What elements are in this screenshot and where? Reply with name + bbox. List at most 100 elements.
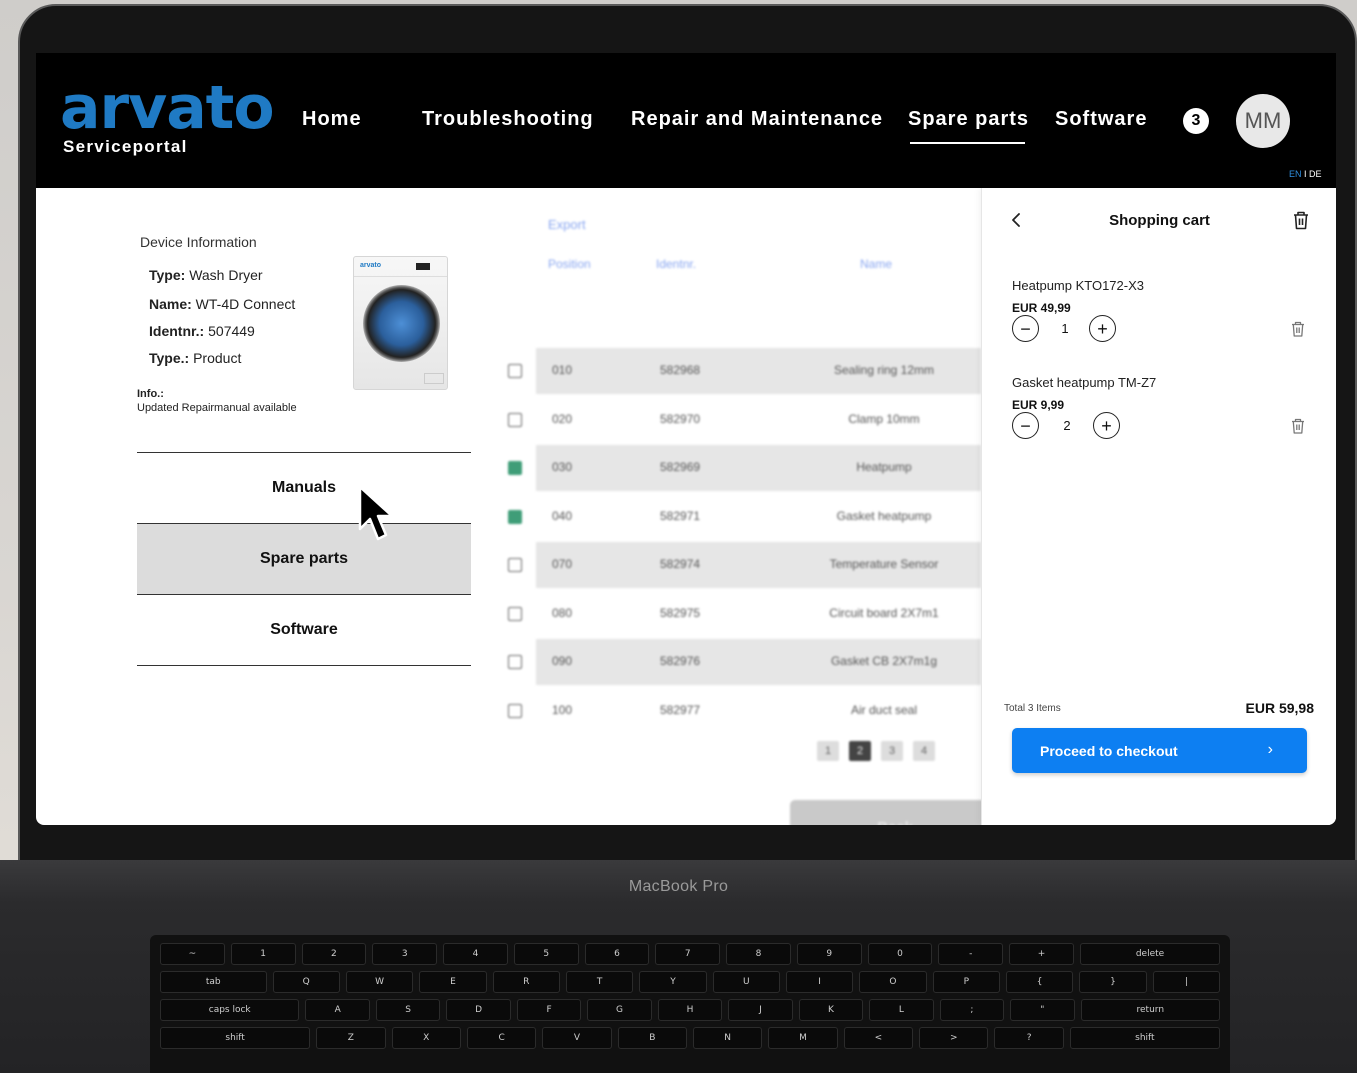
keyboard-key: 5 (513, 943, 579, 965)
menu-software[interactable]: Software (137, 595, 471, 665)
cell-identnr: 582977 (660, 702, 701, 717)
page-button[interactable]: 3 (881, 741, 903, 761)
menu-manuals[interactable]: Manuals (137, 453, 471, 523)
page-button[interactable]: 2 (849, 741, 871, 761)
user-avatar[interactable]: MM (1236, 94, 1290, 148)
table-row[interactable]: 070 582974 Temperature Sensor (536, 542, 981, 588)
table-row[interactable]: 010 582968 Sealing ring 12mm (536, 348, 981, 394)
page-button[interactable]: 4 (913, 741, 935, 761)
decrease-quantity-button[interactable]: − (1012, 412, 1039, 439)
keyboard-key: O (859, 971, 927, 993)
keyboard-key: shift (160, 1027, 311, 1049)
keyboard-key: 4 (443, 943, 508, 965)
table-row[interactable]: 100 582977 Air duct seal (536, 688, 981, 734)
keyboard-key: Q (272, 971, 340, 993)
table-row[interactable]: 040 582971 Gasket heatpump (536, 494, 981, 540)
increase-quantity-button[interactable]: + (1089, 315, 1116, 342)
keyboard: ~1 2 3 4 5 6 7 8 9 0- + delete tab Q W E R T Y U I O P{} | cap… (150, 935, 1230, 1073)
cell-position: 040 (552, 508, 573, 523)
column-header-position[interactable]: Position (548, 257, 591, 271)
nav-home[interactable]: Home (302, 108, 362, 131)
arvato-logo[interactable]: arvato (60, 73, 275, 143)
remove-item-trash-icon[interactable] (1290, 417, 1306, 435)
keyboard-key: N (692, 1027, 763, 1049)
keyboard-key: delete (1079, 943, 1221, 965)
export-link[interactable]: Export (548, 217, 586, 232)
cell-position: 020 (552, 411, 573, 426)
language-switcher[interactable]: EN I DE (1289, 169, 1322, 179)
row-checkbox[interactable] (508, 655, 522, 669)
lang-en[interactable]: EN (1289, 169, 1302, 179)
keyboard-key: E (419, 971, 487, 993)
keyboard-key: 0 (867, 943, 933, 965)
device-image-washer: arvato (353, 256, 448, 390)
row-checkbox[interactable] (508, 703, 522, 718)
table-row[interactable]: 030 582969 Heatpump (536, 445, 981, 491)
nav-repair-maintenance[interactable]: Repair and Maintenance (631, 108, 883, 131)
keyboard-key: H (657, 999, 723, 1021)
cell-name: Circuit board 2X7m1 (829, 605, 939, 620)
device-name-label: Name: (149, 296, 192, 312)
row-checkbox[interactable] (508, 509, 522, 524)
cell-identnr: 582971 (660, 508, 701, 523)
keyboard-key: M (768, 1027, 838, 1049)
nav-spare-parts[interactable]: Spare parts (908, 108, 1029, 131)
device-product-type-value: Product (189, 350, 242, 366)
decrease-quantity-button[interactable]: − (1012, 315, 1039, 342)
row-checkbox[interactable] (508, 364, 522, 378)
keyboard-key: 1 (230, 943, 296, 965)
menu-spare-parts[interactable]: Spare parts (137, 524, 471, 594)
cell-position: 100 (552, 702, 573, 717)
clear-cart-trash-icon[interactable] (1292, 210, 1310, 230)
row-checkbox[interactable] (508, 461, 522, 475)
keyboard-key: - (938, 943, 1004, 965)
mouse-pointer-icon (358, 485, 394, 541)
keyboard-key: L (869, 999, 934, 1021)
cart-item-price: EUR 49,99 (1012, 301, 1071, 315)
cell-name: Clamp 10mm (848, 411, 920, 426)
device-type: Type: Wash Dryer (149, 267, 263, 283)
washer-brand-logo: arvato (360, 262, 382, 269)
column-header-identnr[interactable]: Identnr. (656, 257, 696, 271)
cart-item-name: Gasket heatpump TM-Z7 (1012, 375, 1157, 390)
cell-identnr: 582969 (660, 460, 701, 474)
row-checkbox[interactable] (508, 412, 522, 427)
table-row[interactable]: 080 582975 Circuit board 2X7m1 (536, 591, 981, 637)
cart-count-badge[interactable]: 3 (1183, 108, 1209, 134)
keyboard-key: } (1079, 971, 1147, 993)
increase-quantity-button[interactable]: + (1093, 412, 1120, 439)
cart-total-value: EUR 59,98 (1245, 700, 1314, 716)
cell-name: Gasket heatpump (836, 508, 932, 523)
cell-name: Gasket CB 2X7m1g (830, 654, 938, 668)
keyboard-key: 9 (796, 943, 862, 965)
keyboard-key: shift (1069, 1027, 1220, 1049)
chevron-right-icon: › (1267, 741, 1273, 758)
keyboard-key: | (1152, 971, 1221, 993)
column-header-name[interactable]: Name (860, 257, 892, 271)
page-button[interactable]: 1 (817, 741, 839, 761)
table-row[interactable]: 090 582976 Gasket CB 2X7m1g (536, 639, 981, 685)
device-identnr-value: 507449 (204, 323, 255, 339)
cell-identnr: 582970 (660, 411, 701, 426)
keyboard-key: { (1005, 971, 1074, 993)
back-button[interactable]: Back (790, 800, 1000, 825)
remove-item-trash-icon[interactable] (1290, 320, 1306, 338)
lang-de[interactable]: I DE (1302, 169, 1322, 179)
washer-door (363, 285, 440, 362)
cell-identnr: 582968 (660, 363, 701, 377)
device-product-type: Type.: Product (149, 350, 241, 366)
cart-item-quantity: 1 (1061, 321, 1069, 336)
table-row[interactable]: 020 582970 Clamp 10mm (536, 397, 981, 443)
washer-kickplate (424, 373, 444, 384)
keyboard-key: + (1009, 943, 1074, 965)
nav-software[interactable]: Software (1055, 108, 1147, 131)
cart-item-quantity: 2 (1063, 418, 1071, 433)
row-checkbox[interactable] (508, 558, 522, 572)
keyboard-key: Y (639, 971, 707, 993)
nav-troubleshooting[interactable]: Troubleshooting (422, 108, 594, 131)
device-info-title: Device Information (140, 234, 257, 250)
cell-identnr: 582974 (660, 557, 701, 571)
proceed-to-checkout-button[interactable]: Proceed to checkout › (1012, 728, 1307, 773)
keyboard-key: C (466, 1027, 537, 1049)
row-checkbox[interactable] (508, 606, 522, 621)
